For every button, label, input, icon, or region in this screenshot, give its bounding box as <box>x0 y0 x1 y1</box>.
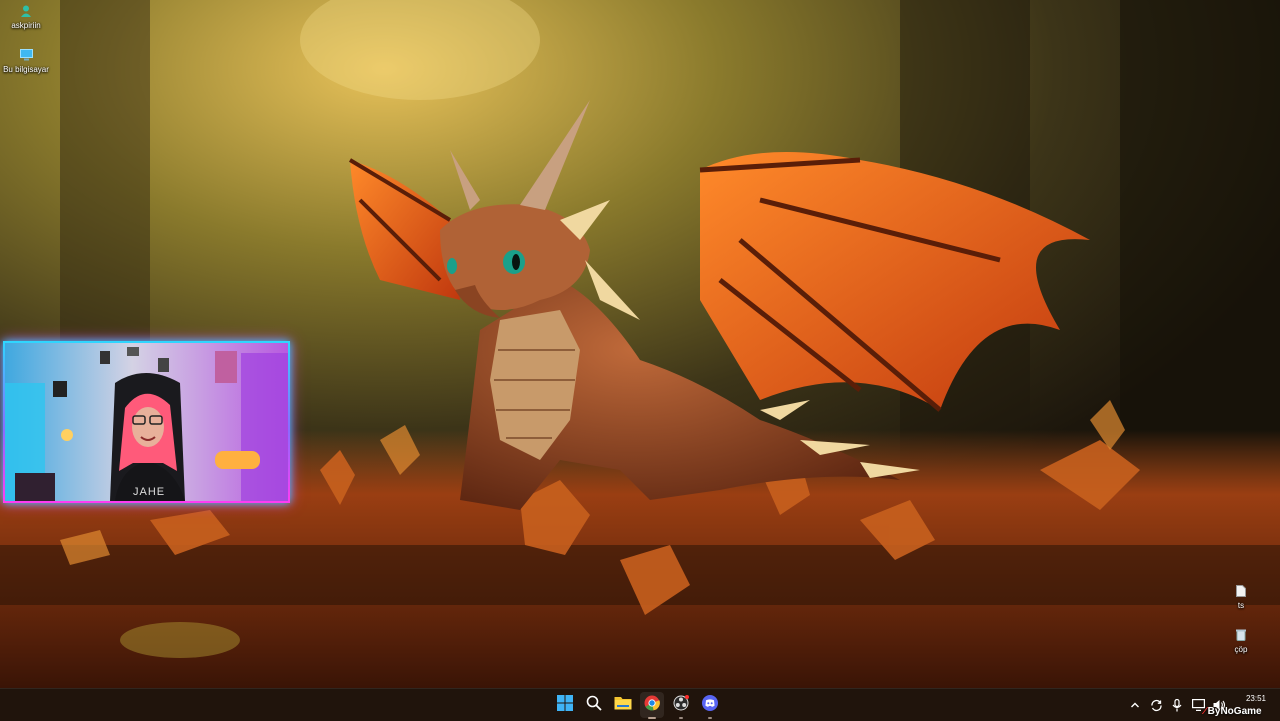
svg-text:JAHE: JAHE <box>133 486 165 498</box>
windows-start-icon <box>557 694 573 716</box>
obs-button[interactable] <box>669 692 693 719</box>
desktop-icon-recycle-bin[interactable]: çöp <box>1215 628 1267 655</box>
watermark-logo-icon: ⁄ <box>1204 706 1206 717</box>
search-icon <box>586 695 602 716</box>
desktop-icon-label: çöp <box>1234 645 1248 654</box>
desktop-icon-label: Bu bilgisayar <box>3 65 49 74</box>
channel-watermark: ⁄ ByNoGame <box>1204 706 1262 717</box>
desktop-icon-file[interactable]: ts <box>1215 584 1267 611</box>
recycle-bin-icon <box>1234 628 1248 642</box>
file-icon <box>1234 584 1248 598</box>
sync-icon[interactable] <box>1149 698 1163 712</box>
microphone-icon[interactable] <box>1170 698 1184 712</box>
webcam-overlay: JAHE <box>3 341 290 503</box>
folder-icon <box>614 695 632 715</box>
user-folder-icon <box>19 4 33 18</box>
taskbar-clock[interactable]: 23:51 <box>1236 693 1276 704</box>
watermark-text: ByNoGame <box>1207 706 1262 717</box>
desktop-icon-this-pc[interactable]: Bu bilgisayar <box>0 48 52 75</box>
clock-time: 23:51 <box>1245 694 1267 703</box>
taskbar: 23:51 <box>0 688 1280 721</box>
start-button[interactable] <box>553 692 577 718</box>
obs-icon <box>673 694 689 716</box>
taskbar-apps <box>553 689 722 721</box>
discord-icon <box>702 694 718 716</box>
desktop-icon-label: askpiriin <box>11 21 41 30</box>
desktop-icon-user-folder[interactable]: askpiriin <box>0 4 52 31</box>
chrome-icon <box>644 695 660 716</box>
search-button[interactable] <box>582 692 606 718</box>
file-explorer-button[interactable] <box>611 692 635 718</box>
webcam-shirt-text: JAHE <box>133 486 165 498</box>
desktop-icon-label: ts <box>1237 601 1245 610</box>
computer-icon <box>19 48 33 62</box>
display-icon[interactable] <box>1191 698 1205 712</box>
chrome-button[interactable] <box>640 692 664 719</box>
chevron-up-icon[interactable] <box>1128 698 1142 712</box>
discord-button[interactable] <box>698 692 722 719</box>
